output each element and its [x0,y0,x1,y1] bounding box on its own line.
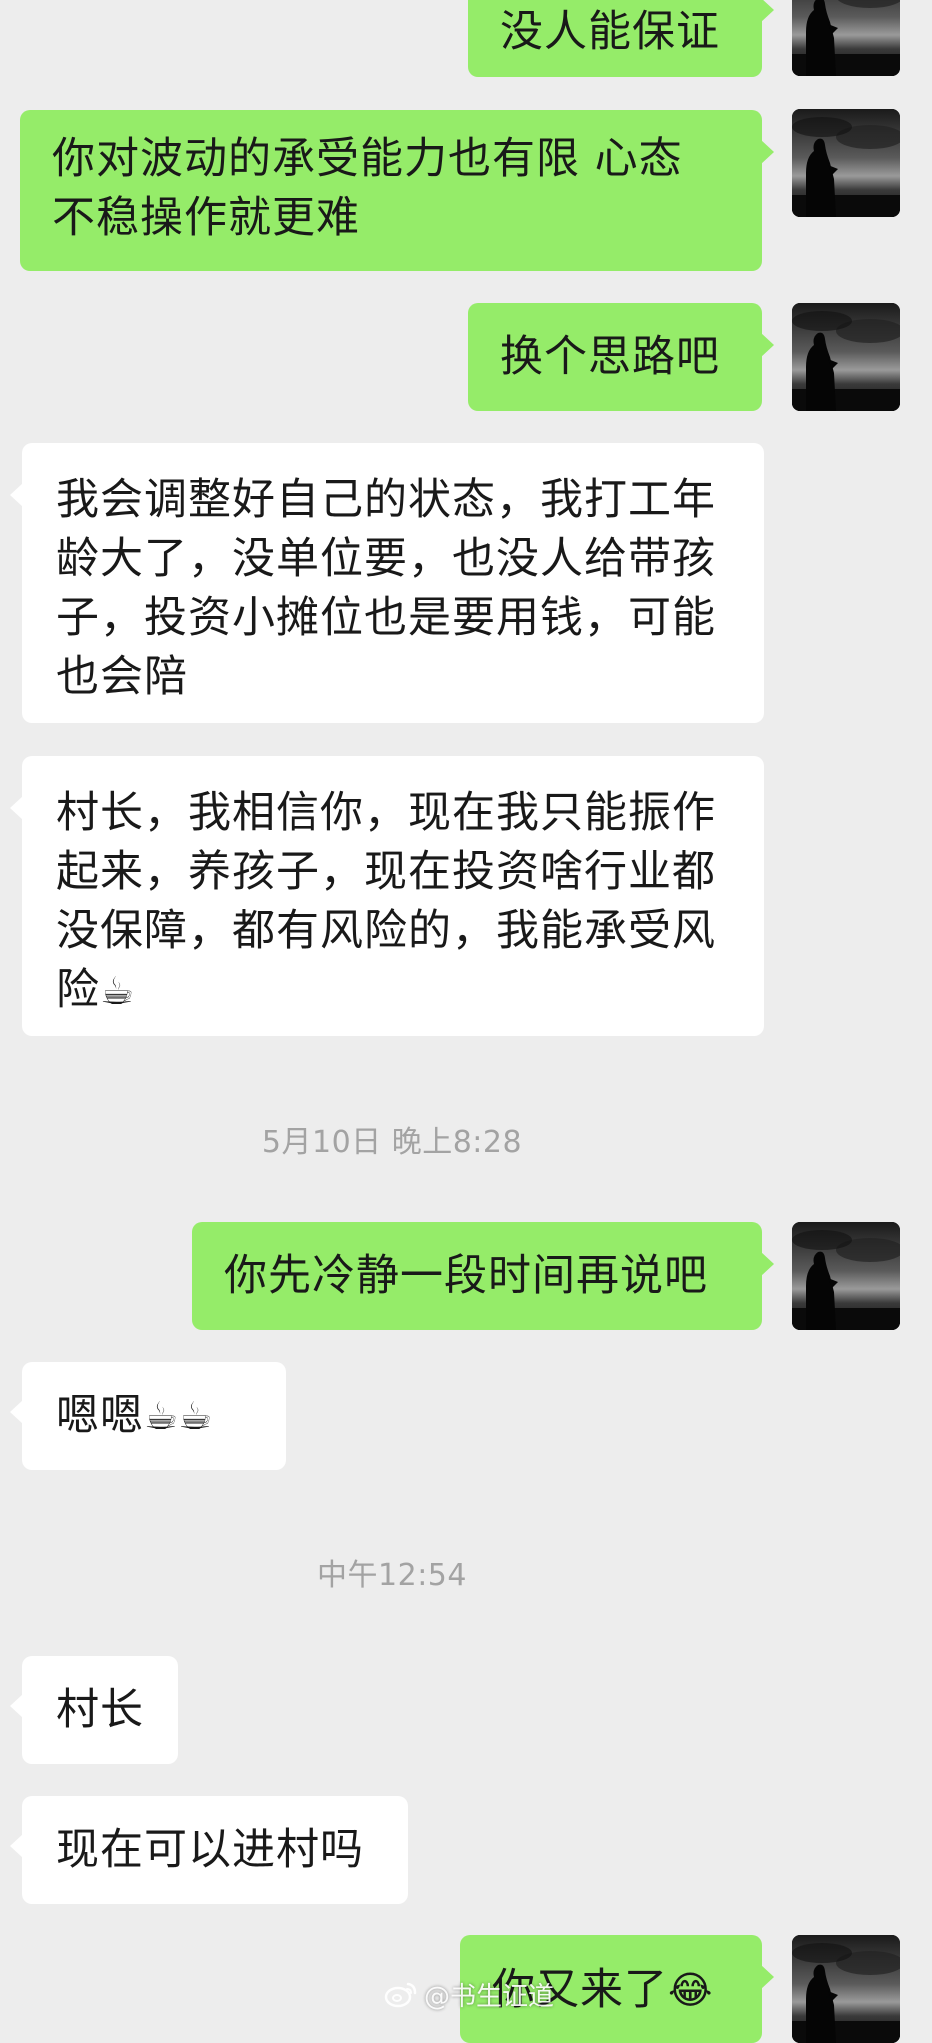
watermark-text: @书生证道 [424,1981,555,2012]
watermark: @书生证道 [384,1976,554,2012]
message-text-line: 起来，养孩子，现在投资啥行业都 [56,847,716,897]
message-text: 嗯嗯 [56,1390,144,1441]
message-text-line: 也会陪 [56,652,188,702]
message-text-line: 没保障，都有风险的，我能承受风 [56,906,716,956]
sent-message-bubble[interactable]: 没人能保证 [468,0,774,77]
my-avatar[interactable] [792,109,900,217]
my-avatar[interactable] [792,303,900,411]
received-message-bubble[interactable]: 我会调整好自己的状态，我打工年 龄大了，没单位要，也没人给带孩 子，投资小摊位也… [10,443,764,723]
coffee-emoji-icon: ☕☕ [144,1393,213,1438]
received-message-bubble[interactable]: 村长 [10,1656,178,1764]
my-avatar[interactable] [792,0,900,76]
message-text: 险 [56,965,100,1015]
sent-message-bubble[interactable]: 换个思路吧 [468,303,774,411]
message-text-line: 险☕ [56,961,730,1021]
coffee-emoji-icon: ☕ [100,969,135,1013]
tears-of-joy-emoji-icon: 😂 [668,1968,713,2012]
message-text: 换个思路吧 [500,331,720,382]
message-text-line: 我会调整好自己的状态，我打工年 [56,475,716,525]
sent-message-bubble[interactable]: 你对波动的承受能力也有限 心态 不稳操作就更难 [20,110,774,271]
my-avatar[interactable] [792,1222,900,1330]
my-avatar[interactable] [792,1935,900,2043]
weibo-icon [384,1982,417,2008]
timestamp: 5月10日 晚上8:28 [261,1125,523,1160]
received-message-bubble[interactable]: 现在可以进村吗 [10,1796,408,1904]
message-text: 你先冷静一段时间再说吧 [224,1250,708,1301]
message-text-line: 村长，我相信你，现在我只能振作 [56,788,716,838]
received-message-bubble[interactable]: 村长，我相信你，现在我只能振作 起来，养孩子，现在投资啥行业都 没保障，都有风险… [10,756,764,1036]
message-text-line: 子，投资小摊位也是要用钱，可能 [56,593,716,643]
message-text-line: 你对波动的承受能力也有限 心态 [52,134,683,184]
timestamp: 中午12:54 [317,1558,467,1593]
message-text: 现在可以进村吗 [56,1824,364,1875]
message-text: 没人能保证 [500,7,720,57]
sent-message-bubble[interactable]: 你先冷静一段时间再说吧 [192,1222,774,1330]
message-text-line: 龄大了，没单位要，也没人给带孩 [56,534,716,584]
message-text-line: 不稳操作就更难 [52,193,360,243]
received-message-bubble[interactable]: 嗯嗯 ☕☕ [10,1362,286,1470]
message-text: 村长 [56,1684,144,1735]
